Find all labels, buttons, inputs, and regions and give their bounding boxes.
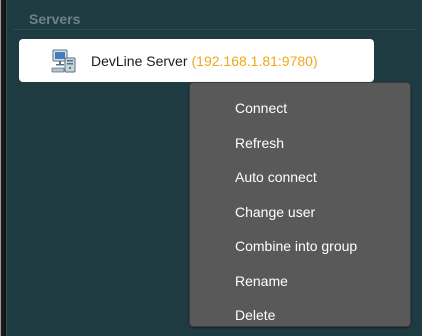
context-menu: Connect Refresh Auto connect Change user… (189, 82, 411, 327)
menu-item-delete[interactable]: Delete (190, 298, 410, 333)
server-address: (192.168.1.81:9780) (191, 52, 318, 69)
servers-section-header: Servers (13, 8, 417, 30)
menu-item-combine-into-group[interactable]: Combine into group (190, 229, 410, 264)
server-name: DevLine Server (91, 52, 188, 69)
menu-item-change-user[interactable]: Change user (190, 195, 410, 230)
menu-item-auto-connect[interactable]: Auto connect (190, 160, 410, 195)
network-server-icon (51, 48, 77, 74)
menu-item-refresh[interactable]: Refresh (190, 126, 410, 161)
server-item-devline[interactable]: DevLine Server (192.168.1.81:9780) (19, 39, 374, 82)
section-title: Servers (29, 11, 81, 27)
menu-item-rename[interactable]: Rename (190, 264, 410, 299)
menu-item-connect[interactable]: Connect (190, 91, 410, 126)
